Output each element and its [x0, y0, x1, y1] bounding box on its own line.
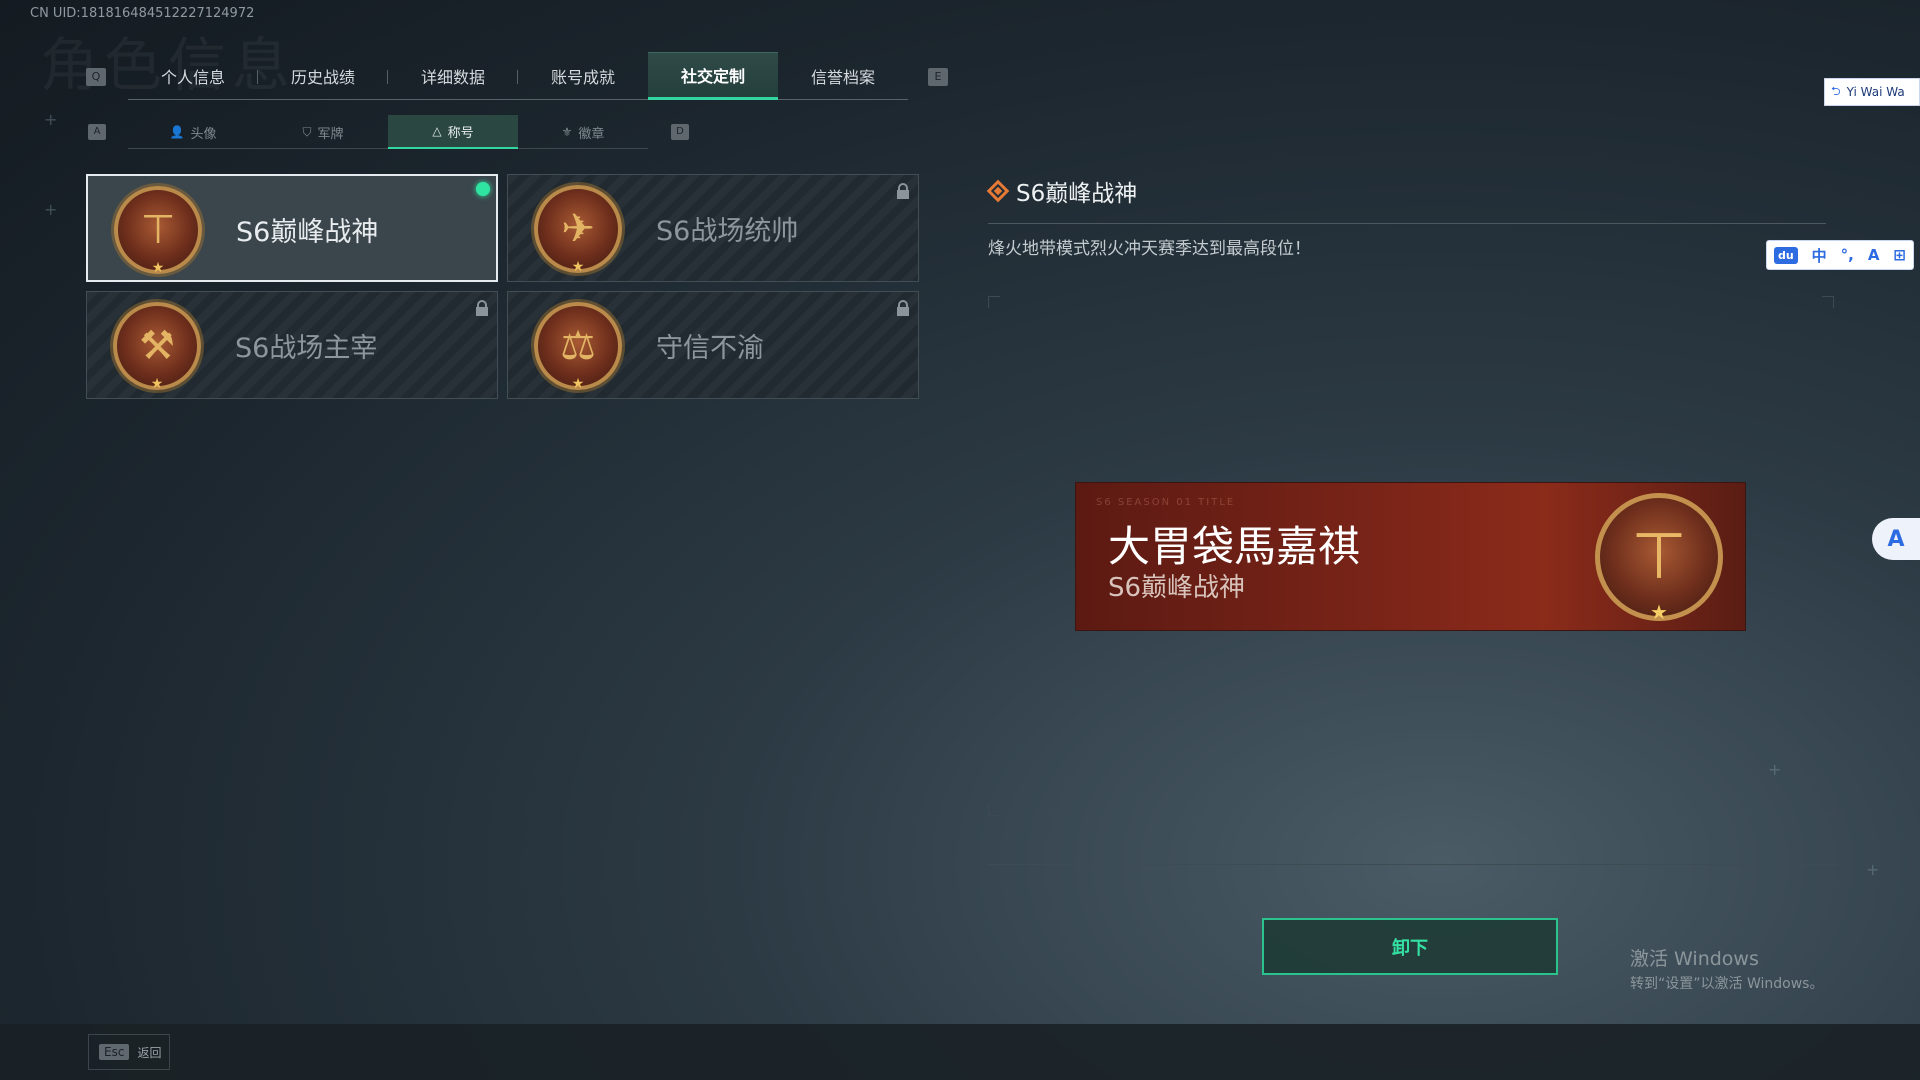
title-card-name: S6战场主宰	[235, 333, 378, 364]
subtab-avatar[interactable]: 👤 头像	[128, 115, 258, 149]
banner-title: S6巅峰战神	[1108, 573, 1246, 603]
frame-corner	[988, 296, 1000, 308]
unequip-button[interactable]: 卸下	[1262, 918, 1558, 975]
title-card-trustworthy[interactable]: ⚖ ★ 守信不渝	[507, 291, 919, 399]
decor-plus-icon: +	[1866, 860, 1880, 879]
lock-icon	[897, 300, 909, 316]
subtab-badge-label: 徽章	[578, 126, 605, 142]
frame-corner	[988, 804, 1000, 816]
diamond-icon	[986, 179, 1010, 203]
yiwai-label: Yi Wai Wa	[1846, 85, 1905, 99]
title-banner-preview: S6 SEASON 01 TITLE 大胃袋馬嘉祺 S6巅峰战神 ⊤ ★	[1075, 482, 1746, 631]
tab-personal-info[interactable]: 个人信息	[128, 52, 258, 100]
title-card-s6-commander[interactable]: ✈ ★ S6战场统帅	[507, 174, 919, 282]
tab-detailed-data[interactable]: 详细数据	[388, 52, 518, 100]
windows-activation-line1: 激活 Windows	[1630, 948, 1759, 970]
windows-activation-watermark: 激活 Windows 转到“设置”以激活 Windows。	[1630, 944, 1823, 993]
ime-menu-icon[interactable]: ⊞	[1893, 246, 1906, 264]
return-icon: ⮌	[1831, 83, 1841, 98]
back-button[interactable]: Esc 返回	[88, 1034, 170, 1070]
top-tab-bar: 个人信息 历史战绩 详细数据 账号成就 社交定制 信誉档案	[128, 52, 908, 100]
ime-assistant-icon[interactable]: A	[1868, 246, 1880, 264]
detail-title: S6巅峰战神	[1016, 181, 1138, 207]
tab-match-history[interactable]: 历史战绩	[258, 52, 388, 100]
title-icon: △	[432, 124, 442, 138]
lock-icon	[476, 300, 488, 316]
prev-tab-key-q[interactable]: Q	[86, 68, 106, 86]
ime-toolbar[interactable]: du 中 °, A ⊞	[1766, 240, 1914, 270]
windows-activation-line2: 转到“设置”以激活 Windows。	[1630, 976, 1824, 992]
divider	[988, 864, 1838, 865]
title-card-s6-dominator[interactable]: ⚒ ★ S6战场主宰	[86, 291, 498, 399]
title-card-s6-peak-god[interactable]: ⊤ ★ S6巅峰战神	[86, 174, 498, 282]
tab-account-achievements[interactable]: 账号成就	[518, 52, 648, 100]
banner-player-name: 大胃袋馬嘉祺	[1108, 522, 1361, 571]
title-card-name: 守信不渝	[656, 333, 764, 364]
subtab-title[interactable]: △ 称号	[388, 115, 518, 149]
back-label: 返回	[137, 1045, 162, 1060]
subtab-dogtag-label: 军牌	[317, 126, 344, 142]
title-card-name: S6巅峰战神	[236, 217, 379, 248]
title-card-name: S6战场统帅	[656, 216, 799, 247]
decor-plus-icon: +	[1768, 760, 1782, 779]
scales-emblem-icon: ⚖ ★	[534, 302, 622, 392]
bottom-bar	[0, 1024, 1920, 1080]
hammer-emblem-icon: ⊤ ★	[114, 186, 202, 276]
jet-emblem-icon: ✈ ★	[534, 185, 622, 275]
lock-icon	[897, 183, 909, 199]
frame-corner	[1822, 296, 1834, 308]
hammer-emblem-icon: ⊤ ★	[1595, 493, 1723, 624]
decor-plus-icon: +	[44, 200, 58, 219]
esc-key-badge: Esc	[99, 1044, 130, 1060]
subtab-dogtag[interactable]: ⛉ 军牌	[258, 115, 388, 149]
next-subtab-key-d[interactable]: D	[671, 124, 689, 140]
divider	[988, 223, 1826, 224]
subtab-avatar-label: 头像	[190, 126, 217, 142]
subtab-badge[interactable]: ⚜ 徽章	[518, 115, 648, 149]
ime-logo-icon[interactable]: du	[1773, 246, 1798, 264]
tab-credit-record[interactable]: 信誉档案	[778, 52, 908, 100]
yiwai-overlay[interactable]: ⮌ Yi Wai Wa	[1824, 78, 1920, 106]
banner-small-text: S6 SEASON 01 TITLE	[1096, 497, 1236, 508]
frame-corner	[1822, 804, 1834, 816]
prev-subtab-key-a[interactable]: A	[88, 124, 106, 140]
person-icon: 👤	[169, 125, 185, 139]
ime-punctuation-toggle[interactable]: °,	[1841, 246, 1854, 264]
next-tab-key-e[interactable]: E	[928, 68, 948, 86]
tab-social-customize[interactable]: 社交定制	[648, 52, 778, 100]
subtab-title-label: 称号	[447, 125, 474, 141]
equipped-indicator	[476, 182, 490, 196]
detail-header: S6巅峰战神	[986, 174, 1138, 208]
detail-description: 烽火地带模式烈火冲天赛季达到最高段位！	[988, 239, 1311, 259]
hammers-emblem-icon: ⚒ ★	[113, 302, 201, 392]
decor-plus-icon: +	[44, 110, 58, 129]
sub-tab-bar: 👤 头像 ⛉ 军牌 △ 称号 ⚜ 徽章	[128, 115, 648, 149]
floating-assistant-icon[interactable]: A	[1872, 518, 1920, 560]
badge-icon: ⚜	[561, 125, 573, 139]
ime-chinese-toggle[interactable]: 中	[1812, 245, 1827, 266]
dogtag-icon: ⛉	[302, 124, 312, 139]
